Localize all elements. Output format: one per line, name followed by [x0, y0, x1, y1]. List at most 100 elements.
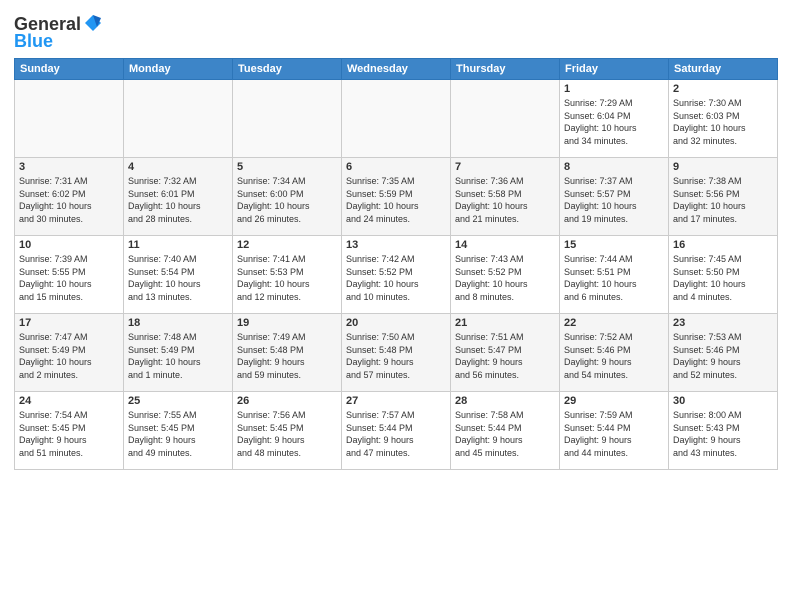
day-number: 16: [673, 239, 773, 251]
day-info: Sunrise: 8:00 AM Sunset: 5:43 PM Dayligh…: [673, 409, 773, 459]
day-cell-6: 6 Sunrise: 7:35 AM Sunset: 5:59 PM Daylig…: [342, 158, 451, 236]
weekday-monday: Monday: [124, 59, 233, 80]
day-number: 29: [564, 395, 664, 407]
day-info: Sunrise: 7:59 AM Sunset: 5:44 PM Dayligh…: [564, 409, 664, 459]
day-cell-4: 4 Sunrise: 7:32 AM Sunset: 6:01 PM Daylig…: [124, 158, 233, 236]
empty-cell: [342, 80, 451, 158]
day-cell-3: 3Sunrise: 7:31 AM Sunset: 6:02 PM Daylig…: [15, 158, 124, 236]
day-cell-11: 11 Sunrise: 7:40 AM Sunset: 5:54 PM Dayli…: [124, 236, 233, 314]
day-number: 24: [19, 395, 119, 407]
day-number: 1: [564, 83, 664, 95]
day-cell-28: 28Sunrise: 7:58 AM Sunset: 5:44 PM Dayli…: [451, 392, 560, 470]
day-info: Sunrise: 7:36 AM Sunset: 5:58 PM Dayligh…: [455, 175, 555, 225]
day-number: 19: [237, 317, 337, 329]
day-cell-17: 17 Sunrise: 7:47 AM Sunset: 5:49 PM Dayli…: [15, 314, 124, 392]
day-info: Sunrise: 7:51 AM Sunset: 5:47 PM Dayligh…: [455, 331, 555, 381]
day-info: Sunrise: 7:48 AM Sunset: 5:49 PM Dayligh…: [128, 331, 228, 381]
day-cell-21: 21 Sunrise: 7:51 AM Sunset: 5:47 PM Dayli…: [451, 314, 560, 392]
calendar-table: SundayMondayTuesdayWednesdayThursdayFrid…: [14, 58, 778, 470]
day-number: 8: [564, 161, 664, 173]
day-info: Sunrise: 7:30 AM Sunset: 6:03 PM Dayligh…: [673, 97, 773, 147]
day-number: 30: [673, 395, 773, 407]
day-info: Sunrise: 7:41 AM Sunset: 5:53 PM Dayligh…: [237, 253, 337, 303]
day-cell-12: 12 Sunrise: 7:41 AM Sunset: 5:53 PM Dayli…: [233, 236, 342, 314]
weekday-thursday: Thursday: [451, 59, 560, 80]
day-number: 25: [128, 395, 228, 407]
day-cell-8: 8 Sunrise: 7:37 AM Sunset: 5:57 PM Daylig…: [560, 158, 669, 236]
day-info: Sunrise: 7:32 AM Sunset: 6:01 PM Dayligh…: [128, 175, 228, 225]
day-number: 2: [673, 83, 773, 95]
day-cell-19: 19 Sunrise: 7:49 AM Sunset: 5:48 PM Dayli…: [233, 314, 342, 392]
day-cell-30: 30 Sunrise: 8:00 AM Sunset: 5:43 PM Dayli…: [669, 392, 778, 470]
day-info: Sunrise: 7:31 AM Sunset: 6:02 PM Dayligh…: [19, 175, 119, 225]
day-cell-1: 1 Sunrise: 7:29 AM Sunset: 6:04 PM Daylig…: [560, 80, 669, 158]
week-row-5: 24Sunrise: 7:54 AM Sunset: 5:45 PM Dayli…: [15, 392, 778, 470]
day-number: 9: [673, 161, 773, 173]
day-info: Sunrise: 7:53 AM Sunset: 5:46 PM Dayligh…: [673, 331, 773, 381]
day-number: 7: [455, 161, 555, 173]
day-info: Sunrise: 7:29 AM Sunset: 6:04 PM Dayligh…: [564, 97, 664, 147]
logo: General Blue: [14, 14, 103, 52]
weekday-sunday: Sunday: [15, 59, 124, 80]
day-info: Sunrise: 7:45 AM Sunset: 5:50 PM Dayligh…: [673, 253, 773, 303]
day-cell-26: 26 Sunrise: 7:56 AM Sunset: 5:45 PM Dayli…: [233, 392, 342, 470]
day-info: Sunrise: 7:56 AM Sunset: 5:45 PM Dayligh…: [237, 409, 337, 459]
day-info: Sunrise: 7:39 AM Sunset: 5:55 PM Dayligh…: [19, 253, 119, 303]
week-row-3: 10 Sunrise: 7:39 AM Sunset: 5:55 PM Dayli…: [15, 236, 778, 314]
day-cell-16: 16 Sunrise: 7:45 AM Sunset: 5:50 PM Dayli…: [669, 236, 778, 314]
day-number: 6: [346, 161, 446, 173]
day-info: Sunrise: 7:38 AM Sunset: 5:56 PM Dayligh…: [673, 175, 773, 225]
day-info: Sunrise: 7:42 AM Sunset: 5:52 PM Dayligh…: [346, 253, 446, 303]
day-info: Sunrise: 7:50 AM Sunset: 5:48 PM Dayligh…: [346, 331, 446, 381]
day-cell-5: 5Sunrise: 7:34 AM Sunset: 6:00 PM Daylig…: [233, 158, 342, 236]
day-number: 12: [237, 239, 337, 251]
day-number: 11: [128, 239, 228, 251]
day-info: Sunrise: 7:55 AM Sunset: 5:45 PM Dayligh…: [128, 409, 228, 459]
day-cell-27: 27Sunrise: 7:57 AM Sunset: 5:44 PM Dayli…: [342, 392, 451, 470]
day-number: 13: [346, 239, 446, 251]
day-info: Sunrise: 7:44 AM Sunset: 5:51 PM Dayligh…: [564, 253, 664, 303]
day-info: Sunrise: 7:34 AM Sunset: 6:00 PM Dayligh…: [237, 175, 337, 225]
weekday-saturday: Saturday: [669, 59, 778, 80]
empty-cell: [15, 80, 124, 158]
day-info: Sunrise: 7:40 AM Sunset: 5:54 PM Dayligh…: [128, 253, 228, 303]
day-cell-29: 29 Sunrise: 7:59 AM Sunset: 5:44 PM Dayli…: [560, 392, 669, 470]
day-cell-9: 9 Sunrise: 7:38 AM Sunset: 5:56 PM Daylig…: [669, 158, 778, 236]
day-number: 27: [346, 395, 446, 407]
day-cell-25: 25 Sunrise: 7:55 AM Sunset: 5:45 PM Dayli…: [124, 392, 233, 470]
day-number: 15: [564, 239, 664, 251]
day-cell-20: 20 Sunrise: 7:50 AM Sunset: 5:48 PM Dayli…: [342, 314, 451, 392]
logo-icon: [83, 13, 103, 33]
day-info: Sunrise: 7:52 AM Sunset: 5:46 PM Dayligh…: [564, 331, 664, 381]
empty-cell: [233, 80, 342, 158]
day-cell-24: 24Sunrise: 7:54 AM Sunset: 5:45 PM Dayli…: [15, 392, 124, 470]
day-number: 10: [19, 239, 119, 251]
weekday-wednesday: Wednesday: [342, 59, 451, 80]
week-row-4: 17 Sunrise: 7:47 AM Sunset: 5:49 PM Dayli…: [15, 314, 778, 392]
day-number: 22: [564, 317, 664, 329]
day-cell-15: 15 Sunrise: 7:44 AM Sunset: 5:51 PM Dayli…: [560, 236, 669, 314]
weekday-friday: Friday: [560, 59, 669, 80]
day-number: 4: [128, 161, 228, 173]
day-number: 23: [673, 317, 773, 329]
day-cell-2: 2 Sunrise: 7:30 AM Sunset: 6:03 PM Daylig…: [669, 80, 778, 158]
day-number: 14: [455, 239, 555, 251]
day-info: Sunrise: 7:35 AM Sunset: 5:59 PM Dayligh…: [346, 175, 446, 225]
day-number: 20: [346, 317, 446, 329]
week-row-2: 3Sunrise: 7:31 AM Sunset: 6:02 PM Daylig…: [15, 158, 778, 236]
day-info: Sunrise: 7:49 AM Sunset: 5:48 PM Dayligh…: [237, 331, 337, 381]
header: General Blue: [14, 10, 778, 52]
day-info: Sunrise: 7:58 AM Sunset: 5:44 PM Dayligh…: [455, 409, 555, 459]
day-info: Sunrise: 7:43 AM Sunset: 5:52 PM Dayligh…: [455, 253, 555, 303]
day-info: Sunrise: 7:37 AM Sunset: 5:57 PM Dayligh…: [564, 175, 664, 225]
day-cell-10: 10 Sunrise: 7:39 AM Sunset: 5:55 PM Dayli…: [15, 236, 124, 314]
day-number: 21: [455, 317, 555, 329]
page-container: General Blue SundayMondayTuesdayWednesda…: [0, 0, 792, 480]
day-cell-23: 23 Sunrise: 7:53 AM Sunset: 5:46 PM Dayli…: [669, 314, 778, 392]
day-number: 26: [237, 395, 337, 407]
day-info: Sunrise: 7:47 AM Sunset: 5:49 PM Dayligh…: [19, 331, 119, 381]
day-number: 18: [128, 317, 228, 329]
day-cell-13: 13 Sunrise: 7:42 AM Sunset: 5:52 PM Dayli…: [342, 236, 451, 314]
day-number: 17: [19, 317, 119, 329]
empty-cell: [451, 80, 560, 158]
